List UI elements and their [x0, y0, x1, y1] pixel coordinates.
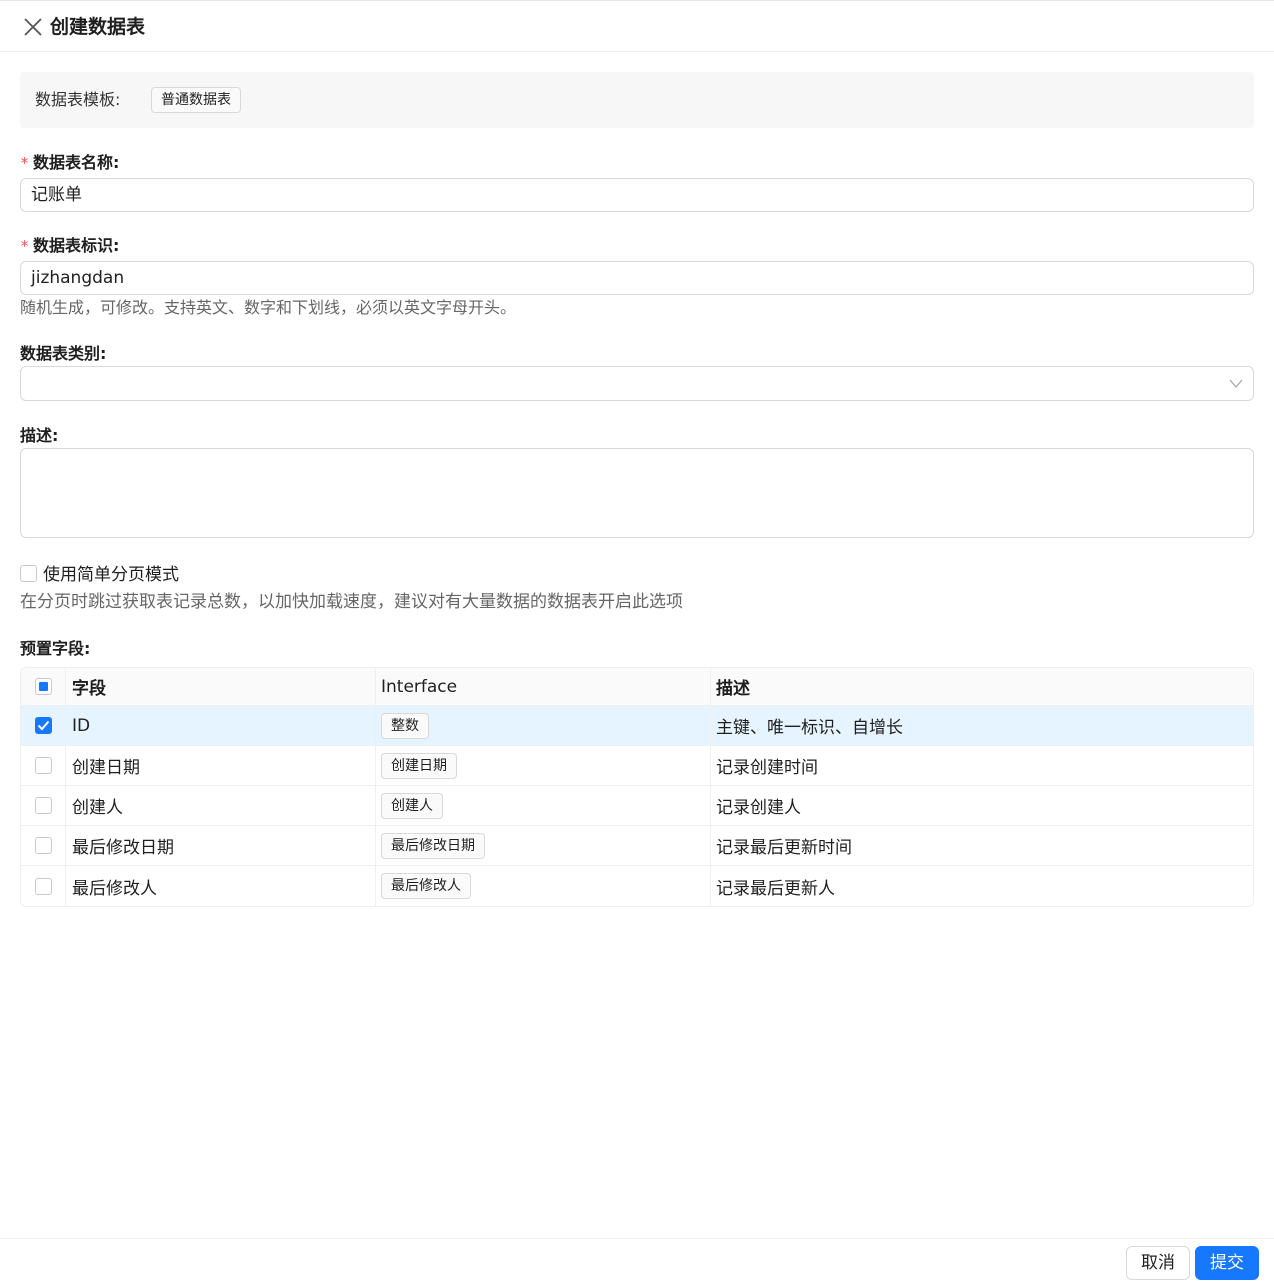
identifier-label: * 数据表标识: [20, 235, 119, 257]
required-mark: * [20, 237, 30, 255]
field-description: 记录创建人 [716, 798, 801, 818]
field-name: 最后修改人 [66, 866, 376, 906]
table-row[interactable]: 最后修改人 最后修改人 记录最后更新人 [21, 866, 1253, 906]
interface-cell: 整数 [376, 706, 711, 745]
table-row[interactable]: 最后修改日期 最后修改日期 记录最后更新时间 [21, 826, 1253, 866]
row-select-cell [21, 866, 66, 906]
template-info-box: 数据表模板: 普通数据表 [20, 72, 1254, 128]
interface-cell: 创建人 [376, 786, 711, 825]
interface-cell: 创建日期 [376, 746, 711, 785]
interface-tag: 创建日期 [381, 752, 457, 779]
row-select-cell [21, 786, 66, 825]
required-mark: * [20, 154, 30, 172]
drawer-footer: 取消 提交 [0, 1238, 1274, 1283]
chevron-down-icon [1229, 379, 1243, 388]
simple-pagination-hint: 在分页时跳过获取表记录总数，以加快加载速度，建议对有大量数据的数据表开启此选项 [20, 592, 683, 612]
field-description: 记录创建时间 [716, 758, 818, 778]
simple-pagination-checkbox[interactable] [20, 565, 37, 582]
simple-pagination-label: 使用简单分页模式 [43, 565, 179, 585]
row-checkbox[interactable] [34, 717, 52, 734]
field-name: 创建日期 [66, 746, 376, 785]
interface-tag: 最后修改日期 [381, 832, 485, 859]
row-select-cell [21, 746, 66, 785]
cancel-button[interactable]: 取消 [1126, 1246, 1190, 1280]
template-label: 数据表模板: [35, 90, 121, 109]
table-row[interactable]: 创建人 创建人 记录创建人 [21, 786, 1253, 826]
interface-tag: 最后修改人 [381, 873, 471, 899]
column-header-interface: Interface [376, 668, 711, 705]
select-all-cell [21, 668, 66, 705]
template-tag: 普通数据表 [151, 87, 241, 113]
column-header-description: 描述 [716, 679, 750, 699]
submit-button[interactable]: 提交 [1195, 1246, 1259, 1280]
category-select[interactable] [20, 366, 1254, 401]
column-header-field: 字段 [66, 668, 376, 705]
table-row[interactable]: ID 整数 主键、唯一标识、自增长 [21, 706, 1253, 746]
description-label: 描述: [20, 426, 59, 445]
identifier-hint: 随机生成，可修改。支持英文、数字和下划线，必须以英文字母开头。 [20, 298, 517, 317]
interface-tag: 创建人 [381, 792, 443, 819]
interface-cell: 最后修改日期 [376, 826, 711, 865]
identifier-input[interactable]: jizhangdan [20, 261, 1254, 295]
description-textarea[interactable] [20, 448, 1254, 538]
drawer-header: 创建数据表 [0, 0, 1274, 52]
field-description: 主键、唯一标识、自增长 [716, 718, 903, 738]
identifier-label-text: 数据表标识 [33, 236, 114, 255]
row-checkbox[interactable] [34, 877, 52, 895]
row-select-cell [21, 826, 66, 865]
table-row[interactable]: 创建日期 创建日期 记录创建时间 [21, 746, 1253, 786]
name-label-colon: : [113, 153, 120, 172]
interface-tag: 整数 [381, 712, 429, 739]
preset-fields-label: 预置字段: [20, 639, 91, 658]
preset-fields-table: 字段 Interface 描述 ID 整数 主键、唯一标识、自增长 创建日期 创… [20, 667, 1254, 907]
row-select-cell [21, 706, 66, 745]
row-checkbox[interactable] [34, 837, 52, 854]
interface-cell: 最后修改人 [376, 866, 711, 906]
row-checkbox[interactable] [34, 797, 52, 814]
check-icon [37, 720, 49, 731]
name-input[interactable]: 记账单 [20, 178, 1254, 212]
category-label: 数据表类别: [20, 344, 107, 363]
row-checkbox[interactable] [34, 757, 52, 774]
name-label: * 数据表名称: [20, 152, 119, 174]
field-name: 最后修改日期 [66, 826, 376, 865]
select-all-checkbox[interactable] [34, 678, 52, 695]
field-description: 记录最后更新时间 [716, 838, 852, 858]
field-name: ID [66, 706, 376, 745]
field-description: 记录最后更新人 [716, 878, 835, 899]
page-title: 创建数据表 [50, 16, 146, 38]
field-name: 创建人 [66, 786, 376, 825]
close-icon[interactable] [22, 16, 44, 38]
identifier-label-colon: : [113, 236, 120, 255]
table-header-row: 字段 Interface 描述 [21, 668, 1253, 706]
name-label-text: 数据表名称 [33, 153, 114, 172]
